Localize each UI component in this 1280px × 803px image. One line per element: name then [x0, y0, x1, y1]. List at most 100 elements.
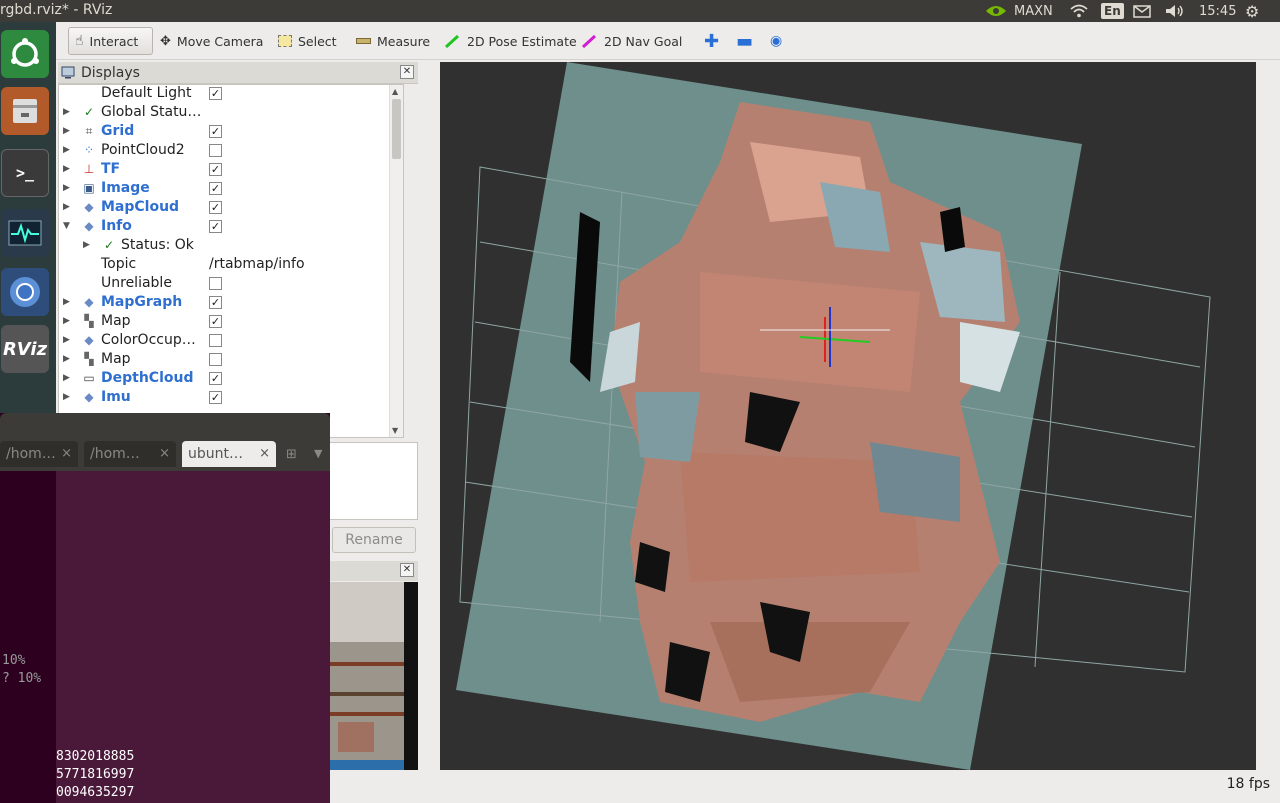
enable-checkbox[interactable] — [209, 334, 222, 347]
expand-arrow-icon[interactable]: ▶ — [63, 103, 73, 122]
image-close-icon[interactable]: ✕ — [400, 563, 414, 577]
depth-icon: ▭ — [83, 371, 95, 385]
display-row[interactable]: ▶ ▚ Map ✓ — [59, 312, 403, 331]
expand-arrow-icon[interactable]: ▶ — [63, 388, 73, 407]
terminal-tab[interactable]: /hom… × — [0, 441, 78, 467]
expand-arrow-icon[interactable]: ▶ — [63, 312, 73, 331]
3d-viewport[interactable] — [440, 62, 1256, 770]
enable-checkbox[interactable]: ✓ — [209, 296, 222, 309]
display-row[interactable]: ▶ ◆ MapCloud ✓ — [59, 198, 403, 217]
expand-arrow-icon[interactable]: ▶ — [63, 369, 73, 388]
expand-arrow-icon[interactable]: ▶ — [63, 350, 73, 369]
displays-title: Displays — [81, 64, 140, 81]
scroll-thumb[interactable] — [392, 99, 401, 159]
magenta-arrow-icon — [582, 34, 597, 48]
display-label: Image — [101, 180, 150, 196]
display-row[interactable]: ▶ ✓ Status: Ok — [59, 236, 403, 255]
map-icon: ▚ — [84, 352, 94, 366]
enable-checkbox[interactable]: ✓ — [209, 201, 222, 214]
mail-icon[interactable] — [1133, 0, 1151, 22]
enable-checkbox[interactable]: ✓ — [209, 372, 222, 385]
expand-arrow-icon[interactable]: ▶ — [63, 293, 73, 312]
display-row[interactable]: ▶ ◆ MapGraph ✓ — [59, 293, 403, 312]
ubuntu-home-icon[interactable] — [1, 30, 49, 78]
enable-checkbox[interactable]: ✓ — [209, 125, 222, 138]
enable-checkbox[interactable] — [209, 353, 222, 366]
display-label: Default Light — [101, 85, 192, 101]
terminal-icon[interactable]: >_ — [1, 149, 49, 197]
remove-tool-icon[interactable]: ▬ — [730, 27, 759, 55]
expand-arrow-icon[interactable]: ▶ — [63, 160, 73, 179]
expand-arrow-icon[interactable]: ▶ — [63, 198, 73, 217]
displays-scrollbar[interactable]: ▲ ▼ — [389, 85, 403, 437]
display-row[interactable]: ▶ ▣ Image ✓ — [59, 179, 403, 198]
display-row[interactable]: ▶ ◆ Imu ✓ — [59, 388, 403, 407]
tab-menu-chevron-icon[interactable]: ▼ — [314, 447, 322, 460]
display-row[interactable]: Topic/rtabmap/info — [59, 255, 403, 274]
expand-arrow-icon[interactable]: ▶ — [63, 122, 73, 141]
display-row[interactable]: ▶ ▭ DepthCloud ✓ — [59, 369, 403, 388]
enable-checkbox[interactable] — [209, 277, 222, 290]
display-row[interactable]: Default Light ✓ — [59, 85, 403, 103]
collapse-arrow-icon[interactable]: ▼ — [63, 217, 73, 236]
pose-estimate-tool[interactable]: 2D Pose Estimate — [439, 27, 583, 55]
rviz-icon[interactable]: RViz — [1, 325, 49, 373]
move-camera-tool[interactable]: ✥ Move Camera — [154, 27, 269, 55]
terminal-window[interactable]: /hom… × /hom… × ubunt… × ⊞ ▼ 8302018885 … — [0, 413, 330, 803]
enable-checkbox[interactable]: ✓ — [209, 391, 222, 404]
eye-icon[interactable]: ◉ — [764, 27, 788, 55]
tab-label: ubunt… — [188, 446, 243, 462]
terminal-line: 0094635297 — [56, 785, 135, 800]
system-top-bar: rgbd.rviz* - RViz MAXN En 15:45 ⚙ — [0, 0, 1280, 22]
nvidia-indicator[interactable]: MAXN — [984, 0, 1053, 22]
close-icon[interactable]: ✕ — [400, 65, 414, 79]
interact-tool[interactable]: ☝ Interact — [68, 27, 153, 55]
wifi-icon[interactable] — [1070, 0, 1088, 22]
system-monitor-icon[interactable] — [1, 209, 49, 257]
display-row[interactable]: ▶ ◆ ColorOccup… — [59, 331, 403, 350]
terminal-tab[interactable]: /hom… × — [84, 441, 176, 467]
tab-close-icon[interactable]: × — [61, 441, 72, 467]
display-row[interactable]: ▶ ✓ Global Statu… — [59, 103, 403, 122]
add-tool-icon[interactable]: ✚ — [698, 27, 725, 55]
expand-arrow-icon[interactable]: ▶ — [83, 236, 93, 255]
enable-checkbox[interactable]: ✓ — [209, 87, 222, 100]
terminal-tab-active[interactable]: ubunt… × — [182, 441, 276, 467]
display-row[interactable]: Unreliable — [59, 274, 403, 293]
enable-checkbox[interactable]: ✓ — [209, 182, 222, 195]
image-panel — [330, 582, 418, 770]
files-icon[interactable] — [1, 87, 49, 135]
display-row[interactable]: ▼ ◆ Info ✓ — [59, 217, 403, 236]
display-row[interactable]: ▶ ▚ Map — [59, 350, 403, 369]
nvidia-mode-label: MAXN — [1014, 3, 1053, 19]
background-terminal-line: 10% — [2, 653, 26, 668]
select-tool[interactable]: Select — [272, 27, 343, 55]
enable-checkbox[interactable]: ✓ — [209, 315, 222, 328]
enable-checkbox[interactable]: ✓ — [209, 220, 222, 233]
enable-checkbox[interactable] — [209, 144, 222, 157]
keyboard-indicator[interactable]: En — [1101, 0, 1124, 22]
clock[interactable]: 15:45 — [1199, 0, 1236, 22]
display-row[interactable]: ▶ ⌗ Grid ✓ — [59, 122, 403, 141]
tab-close-icon[interactable]: × — [259, 441, 270, 467]
expand-arrow-icon[interactable]: ▶ — [63, 179, 73, 198]
keyboard-layout: En — [1101, 3, 1124, 19]
display-label: Map — [101, 351, 131, 367]
display-row[interactable]: ▶ ⁘ PointCloud2 — [59, 141, 403, 160]
new-tab-icon[interactable]: ⊞ — [286, 447, 297, 462]
display-value[interactable]: /rtabmap/info — [209, 255, 305, 274]
measure-tool[interactable]: Measure — [350, 27, 436, 55]
display-row[interactable]: ▶ ⊥ TF ✓ — [59, 160, 403, 179]
nav-goal-tool[interactable]: 2D Nav Goal — [576, 27, 688, 55]
gear-icon[interactable]: ⚙ — [1245, 0, 1259, 22]
volume-icon[interactable] — [1165, 0, 1185, 22]
enable-checkbox[interactable]: ✓ — [209, 163, 222, 176]
expand-arrow-icon[interactable]: ▶ — [63, 141, 73, 160]
tab-close-icon[interactable]: × — [159, 441, 170, 467]
expand-arrow-icon[interactable]: ▶ — [63, 331, 73, 350]
background-terminal-line: ? 10% — [2, 671, 42, 686]
display-label: ColorOccup… — [101, 332, 196, 348]
rename-button[interactable]: Rename — [332, 527, 416, 553]
terminal-output[interactable]: 8302018885 5771816997 0094635297 — [56, 471, 330, 803]
chromium-icon[interactable] — [1, 268, 49, 316]
